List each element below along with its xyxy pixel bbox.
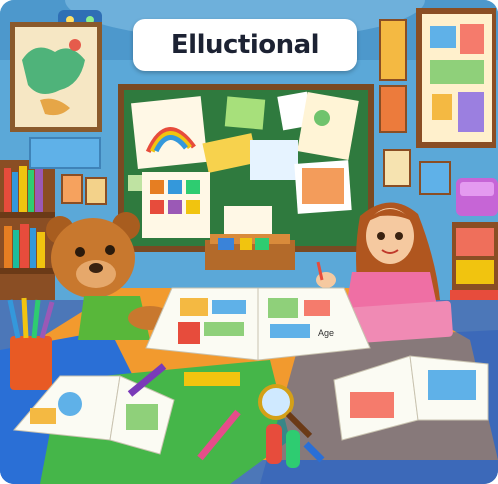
- pink-notebook: [351, 300, 453, 344]
- title-banner: Elluctional: [133, 19, 357, 71]
- classroom-scene: Age: [0, 0, 498, 484]
- open-book: Age: [145, 287, 371, 361]
- illustration: Age Elluctional: [0, 0, 498, 484]
- bulletin-board: [118, 84, 374, 252]
- book-page-text: Age: [318, 328, 334, 338]
- map-poster: [10, 22, 102, 132]
- title-text: Elluctional: [170, 30, 320, 60]
